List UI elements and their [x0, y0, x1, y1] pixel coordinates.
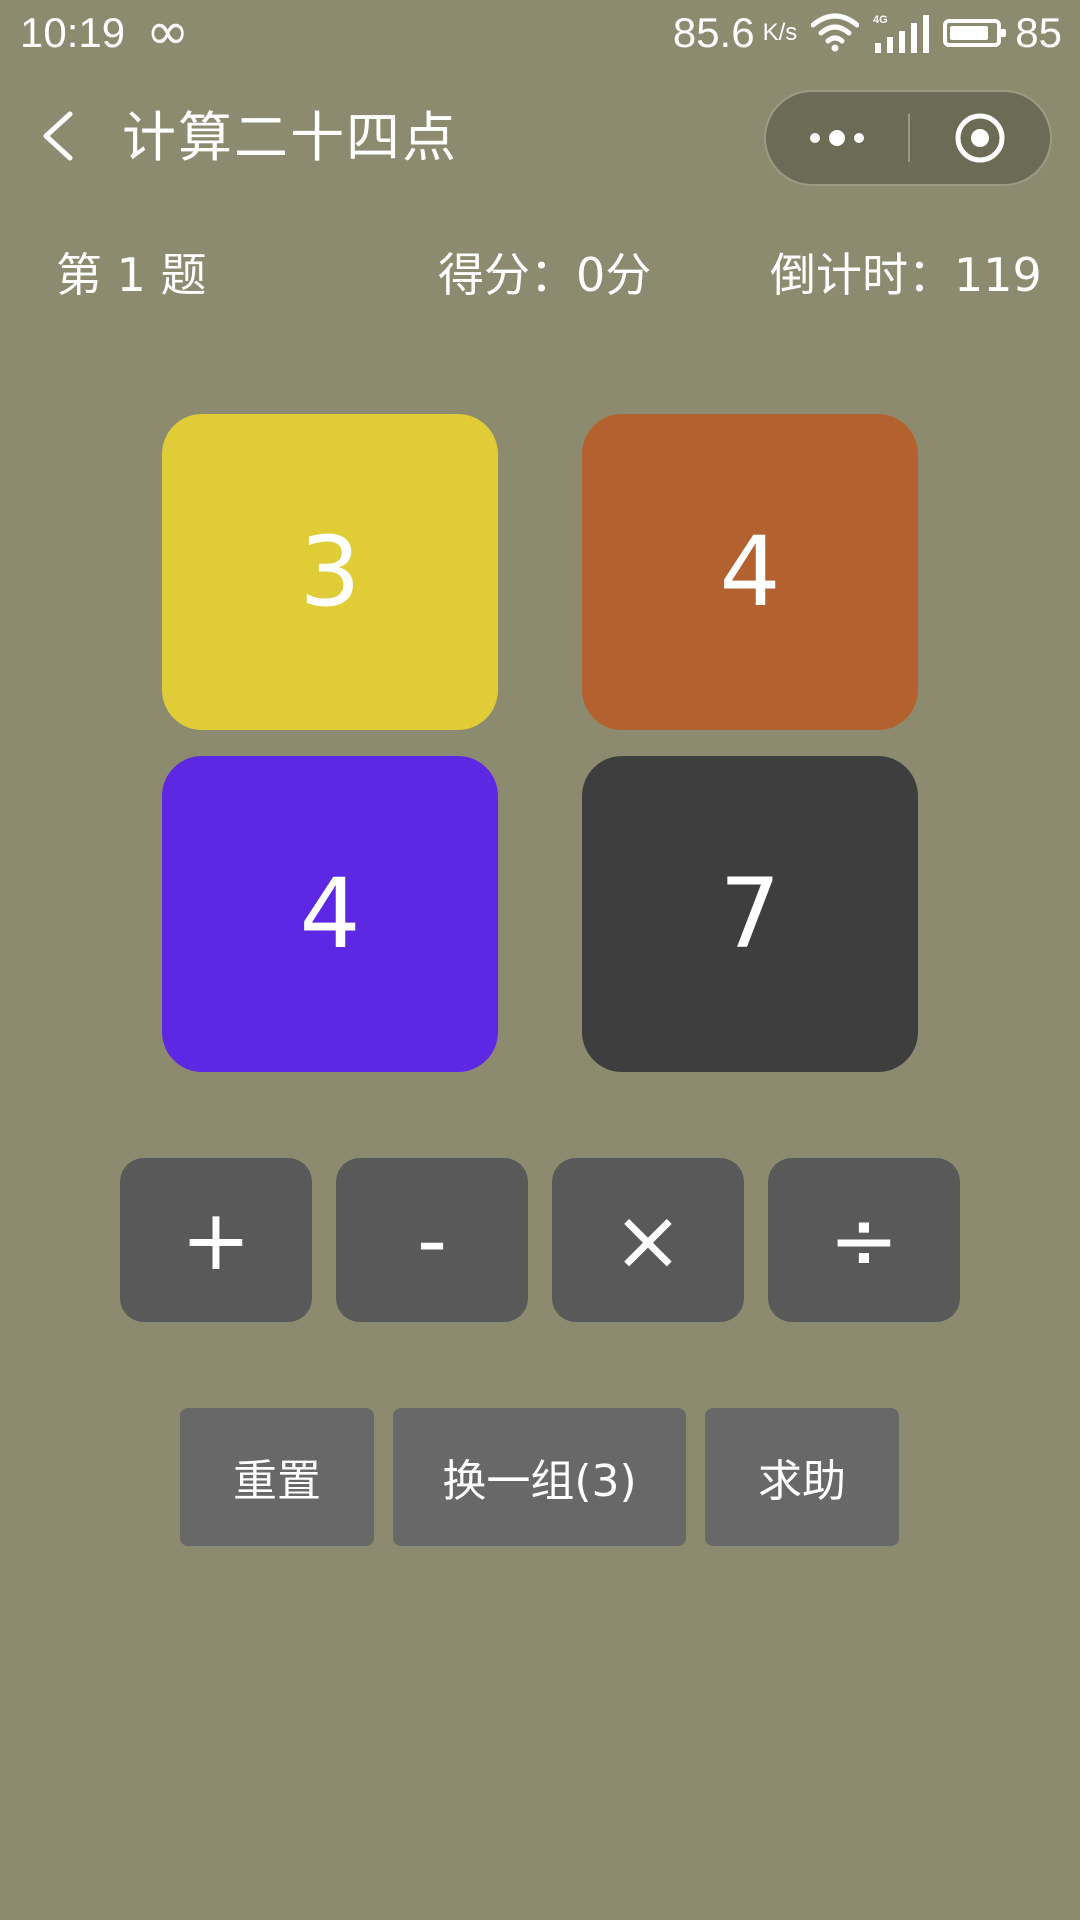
countdown-timer: 倒计时：119 — [770, 248, 1042, 302]
status-time: 10:19 — [20, 9, 126, 56]
more-button[interactable] — [766, 92, 908, 184]
reset-label: 重置 — [233, 1456, 321, 1507]
divide-label: ÷ — [828, 1191, 900, 1289]
change-set-button[interactable]: 换一组(3) — [393, 1408, 686, 1546]
status-bar: 10:19 ∞ 85.6 K/s 4G 85 — [0, 0, 1080, 66]
number-card-1[interactable]: 3 — [162, 414, 498, 730]
card-value: 4 — [299, 858, 361, 970]
multiply-button[interactable]: × — [552, 1158, 744, 1322]
network-type: 4G — [873, 14, 888, 26]
divide-button[interactable]: ÷ — [768, 1158, 960, 1322]
reset-button[interactable]: 重置 — [180, 1408, 374, 1546]
number-card-2[interactable]: 4 — [582, 414, 918, 730]
more-dots-icon — [810, 130, 864, 146]
mini-program-capsule — [764, 90, 1052, 186]
back-button[interactable] — [30, 100, 90, 172]
network-speed-unit: K/s — [762, 19, 798, 46]
status-indicators: 85.6 K/s 4G 85 — [673, 8, 1062, 58]
minus-button[interactable]: - — [336, 1158, 528, 1322]
number-card-4[interactable]: 7 — [582, 756, 918, 1072]
battery-icon — [943, 19, 1007, 47]
plus-button[interactable]: + — [120, 1158, 312, 1322]
change-set-label: 换一组(3) — [442, 1456, 637, 1507]
score: 得分：0分 — [438, 248, 652, 302]
page-title: 计算二十四点 — [122, 106, 458, 169]
battery-level: 85 — [1015, 9, 1062, 56]
card-value: 3 — [299, 516, 361, 628]
minus-label: - — [416, 1191, 448, 1289]
question-number: 第 1 题 — [56, 248, 207, 302]
infinity-icon: ∞ — [146, 2, 190, 62]
wifi-icon — [811, 13, 860, 52]
target-close-icon — [955, 113, 1005, 163]
chevron-left-icon — [43, 111, 73, 161]
network-speed: 85.6 — [672, 9, 755, 56]
card-value: 4 — [719, 516, 781, 628]
number-card-3[interactable]: 4 — [162, 756, 498, 1072]
battery-fill — [950, 26, 988, 40]
close-button[interactable] — [910, 92, 1050, 184]
help-button[interactable]: 求助 — [705, 1408, 899, 1546]
signal-icon: 4G — [873, 14, 930, 53]
card-value: 7 — [719, 858, 781, 970]
multiply-label: × — [612, 1191, 684, 1289]
help-label: 求助 — [758, 1456, 846, 1507]
plus-label: + — [180, 1191, 252, 1289]
